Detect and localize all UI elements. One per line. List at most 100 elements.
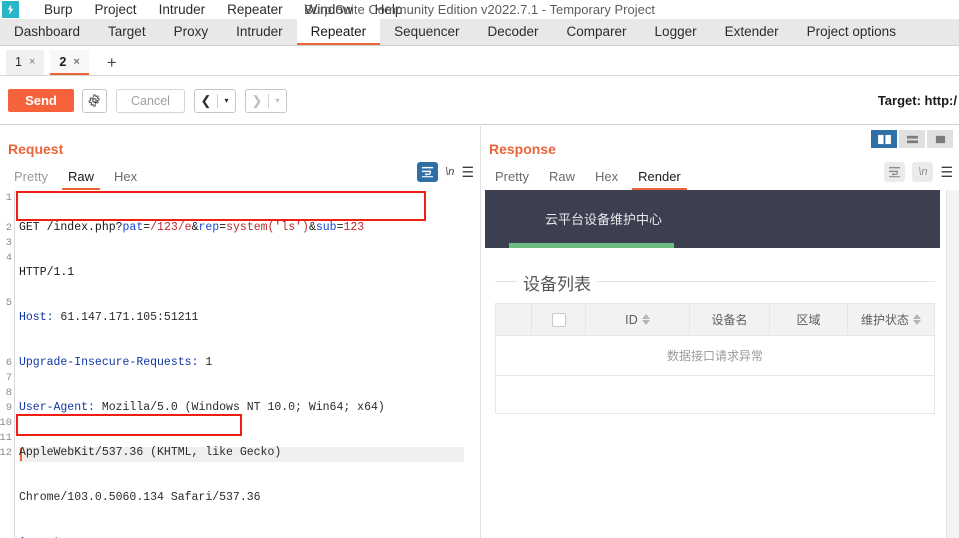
param-pat-name: pat (122, 221, 144, 234)
repeater-tab-1[interactable]: 1 × (6, 50, 45, 75)
select-all-checkbox[interactable] (551, 312, 566, 327)
menu-item-repeater[interactable]: Repeater (216, 0, 294, 19)
line-number: 3 (5, 237, 12, 249)
response-menu-icon[interactable]: ☰ (940, 164, 953, 181)
back-chevron-icon: ❮ (200, 92, 212, 108)
header-continuation: Chrome/103.0.5060.134 Safari/537.36 (19, 491, 261, 504)
forward-button[interactable]: ❯ ▾ (245, 88, 287, 113)
repeater-action-bar: Send Cancel ❮ ▾ ❯ ▾ Target: http:/ (0, 77, 959, 125)
line-number: 2 (5, 222, 12, 234)
response-tab-hex[interactable]: Hex (589, 169, 624, 190)
table-header-id-label: ID (625, 312, 638, 327)
table-header-id[interactable]: ID (586, 304, 690, 335)
header-value: 61.147.171.105:51211 (53, 311, 199, 324)
response-tab-pretty[interactable]: Pretty (489, 169, 535, 190)
layout-toggle-group (871, 130, 953, 148)
tab-target[interactable]: Target (94, 19, 160, 45)
split-vertical-layout-button[interactable] (871, 130, 897, 148)
param-sub-name: sub (315, 221, 337, 234)
menu-item-burp[interactable]: Burp (33, 0, 84, 19)
menu-bar: Burp Project Intruder Repeater Window He… (33, 0, 413, 19)
main-tab-bar: Dashboard Target Proxy Intruder Repeater… (0, 19, 959, 46)
request-line-continuation: HTTP/1.1 (19, 266, 75, 279)
repeater-tab-2-label: 2 (59, 54, 67, 69)
target-label: Target: http:/ (877, 93, 957, 108)
close-icon[interactable]: × (29, 56, 35, 68)
line-number: 11 (0, 432, 12, 444)
cancel-button[interactable]: Cancel (116, 88, 185, 113)
chevron-down-icon[interactable]: ▾ (218, 90, 235, 112)
table-header-maintenance-status[interactable]: 维护状态 (848, 304, 934, 335)
repeater-tab-bar: 1 × 2 × + (0, 46, 959, 76)
menu-item-intruder[interactable]: Intruder (148, 0, 217, 19)
forward-chevron-icon: ❯ (251, 92, 263, 108)
tab-intruder[interactable]: Intruder (222, 19, 297, 45)
close-icon[interactable]: × (73, 56, 79, 68)
param-rep-name: rep (198, 221, 220, 234)
line-number: 1 (5, 192, 12, 204)
back-button[interactable]: ❮ ▾ (194, 88, 236, 113)
tab-comparer[interactable]: Comparer (553, 19, 641, 45)
header-continuation: AppleWebKit/537.36 (KHTML, like Gecko) (19, 446, 282, 459)
tab-project-options[interactable]: Project options (793, 19, 910, 45)
request-line: GET /index.php?pat=/123/e&rep=system('ls… (19, 220, 480, 235)
request-method-path: GET /index.php? (19, 221, 123, 234)
header-name: Host: (19, 311, 54, 324)
response-title: Response (489, 141, 556, 157)
tab-decoder[interactable]: Decoder (473, 19, 552, 45)
response-scrollbar[interactable] (946, 190, 959, 538)
header-value: 1 (198, 356, 213, 369)
table-header-area: 区域 (770, 304, 848, 335)
newline-glyph: \n (918, 166, 928, 178)
add-tab-button[interactable]: + (99, 50, 125, 75)
request-tab-hex[interactable]: Hex (108, 169, 143, 190)
title-bar: Burp Project Intruder Repeater Window He… (0, 0, 959, 19)
ampersand: & (308, 221, 316, 234)
response-icon-row: \n ☰ (884, 162, 953, 182)
request-tab-pretty[interactable]: Pretty (8, 169, 54, 190)
table-header-spacer (496, 304, 532, 335)
request-panel: Request Pretty Raw Hex \n ☰ 1 2 3 4 5 6 … (0, 126, 480, 538)
repeater-tab-2[interactable]: 2 × (50, 50, 89, 75)
request-editor[interactable]: 1 2 3 4 5 6 7 8 9 10 11 12 GET /index.ph… (0, 190, 480, 538)
tab-extender[interactable]: Extender (711, 19, 793, 45)
line-number: 4 (5, 252, 12, 264)
menu-item-project[interactable]: Project (84, 0, 148, 19)
header-name: Upgrade-Insecure-Requests: (19, 356, 199, 369)
sort-icon[interactable] (913, 314, 921, 325)
burp-logo-icon (2, 1, 19, 18)
header-value: Mozilla/5.0 (Windows NT 10.0; Win64; x64… (94, 401, 385, 414)
tab-sequencer[interactable]: Sequencer (380, 19, 473, 45)
request-menu-icon[interactable]: ☰ (461, 164, 474, 181)
tab-proxy[interactable]: Proxy (160, 19, 223, 45)
table-header-device-name-label: 设备名 (711, 313, 748, 327)
gear-icon[interactable] (82, 88, 107, 113)
newline-icon[interactable]: \n (445, 166, 454, 178)
tab-dashboard[interactable]: Dashboard (0, 19, 94, 45)
newline-icon[interactable]: \n (912, 162, 934, 182)
response-tab-render[interactable]: Render (632, 169, 687, 190)
single-pane-layout-button[interactable] (927, 130, 953, 148)
sort-icon[interactable] (641, 314, 650, 325)
menu-item-help[interactable]: Help (364, 0, 414, 19)
word-wrap-icon[interactable] (884, 162, 906, 182)
tab-logger[interactable]: Logger (641, 19, 711, 45)
send-button[interactable]: Send (8, 89, 74, 112)
word-wrap-icon[interactable] (417, 162, 439, 182)
device-table: ID 设备名 区域 维护状态 数据接口请求异常 (495, 303, 935, 414)
table-header-select-all[interactable] (532, 304, 586, 335)
chevron-down-icon[interactable]: ▾ (269, 90, 286, 112)
param-sub-value: 123 (343, 221, 365, 234)
request-code: GET /index.php?pat=/123/e&rep=system('ls… (19, 190, 480, 538)
tab-repeater[interactable]: Repeater (296, 19, 381, 45)
table-header-row: ID 设备名 区域 维护状态 (496, 304, 934, 336)
table-header-area-label: 区域 (796, 313, 821, 327)
request-tab-raw[interactable]: Raw (61, 169, 100, 190)
header-user-agent: User-Agent: Mozilla/5.0 (Windows NT 10.0… (19, 400, 480, 415)
menu-item-window[interactable]: Window (294, 0, 364, 19)
line-number: 6 (5, 357, 12, 369)
nav-active-indicator (509, 243, 674, 248)
split-horizontal-layout-button[interactable] (899, 130, 925, 148)
line-number: 8 (5, 387, 12, 399)
response-tab-raw[interactable]: Raw (543, 169, 581, 190)
